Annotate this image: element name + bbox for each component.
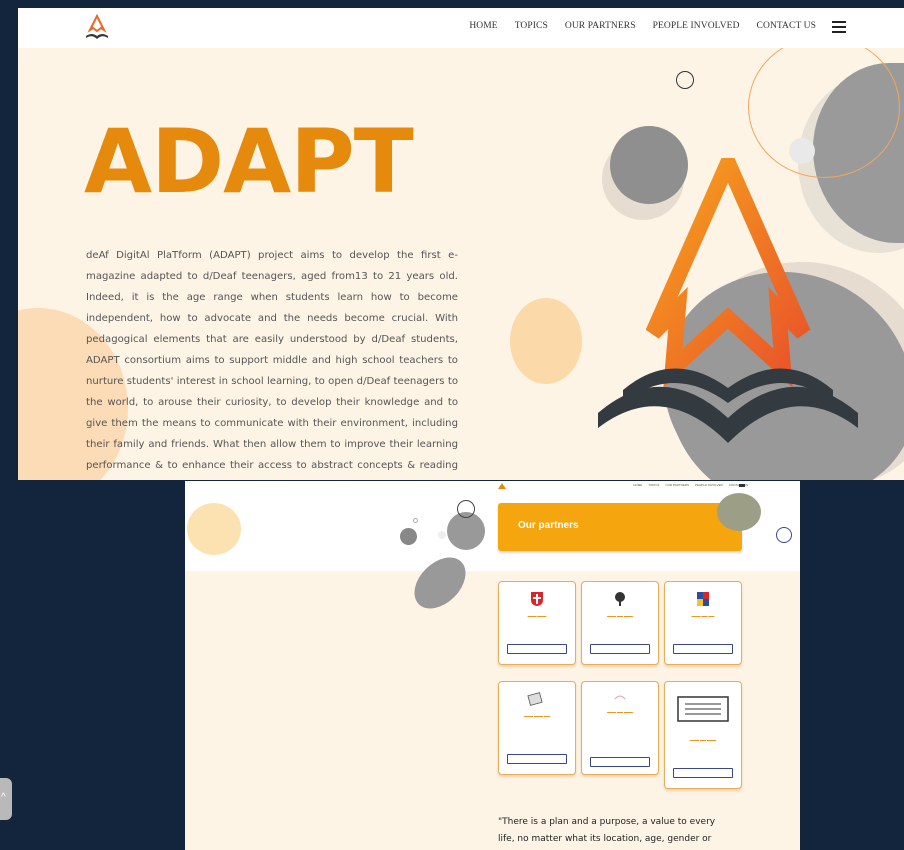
nav-home[interactable]: HOME [469,21,497,31]
background-left-edge [0,0,18,850]
partner-card-button[interactable] [673,644,733,654]
scroll-to-top-icon: ^ [1,792,6,803]
partner-card[interactable]: ▬▬▬ ▬▬▬ [498,581,576,665]
partner-card-title: ▬▬▬ ▬▬▬ ▬▬ [524,714,550,718]
partner-card-button[interactable] [507,644,567,654]
mini-nav-topics[interactable]: TOPICS [648,483,659,487]
decorative-grey-dot [400,528,417,545]
adapt-large-logo-icon [598,158,858,443]
partner-card-button[interactable] [590,757,650,767]
browser-top-strip [0,0,904,8]
partner-scroll-icon [677,696,729,722]
hero-title: ADAPT [84,110,414,213]
partners-page-screenshot: HOME TOPICS OUR PARTNERS PEOPLE INVOLVED… [185,481,800,850]
nav-contact-us[interactable]: CONTACT US [757,21,816,31]
partner-card-title: ▬▬▬ ▬▬ ▬▬▬ [607,710,633,714]
partner-card[interactable]: ▬▬▬ ▬▬ ▬▬▬ [581,681,659,775]
partner-card[interactable]: ▬▬▬ ▬▬ ▬▬▬ [664,681,742,789]
decorative-blue-ring [776,527,792,543]
hero-description: deAf DigitAl PlaTform (ADAPT) project ai… [86,250,458,471]
decorative-ring [457,500,475,518]
decorative-peach-circle [510,298,582,384]
partner-card[interactable]: ▬▬▬ ▬▬ ▬▬▬ [581,581,659,665]
partner-book-icon [527,692,543,706]
partner-card-button[interactable] [507,754,567,764]
mini-nav-people-involved[interactable]: PEOPLE INVOLVED [695,483,723,487]
nav-our-partners[interactable]: OUR PARTNERS [565,21,636,31]
partner-flag-crest-icon [697,592,709,606]
hamburger-menu-icon[interactable] [832,21,846,33]
partners-mini-navbar: HOME TOPICS OUR PARTNERS PEOPLE INVOLVED… [498,481,800,491]
mini-nav-our-partners[interactable]: OUR PARTNERS [665,483,689,487]
nav-people-involved[interactable]: PEOPLE INVOLVED [653,21,740,31]
decorative-light-dot [438,531,446,539]
decorative-small-ring [413,518,418,523]
partner-card-button[interactable] [673,768,733,778]
decorative-ring [676,71,694,89]
partner-card-title: ▬▬▬ ▬▬ ▬▬▬ [690,738,716,742]
nav-links: HOME TOPICS OUR PARTNERS PEOPLE INVOLVED… [469,21,816,31]
partner-faded-logo-icon [614,695,626,700]
partners-quote: "There is a plan and a purpose, a value … [498,817,716,844]
mini-nav-links: HOME TOPICS OUR PARTNERS PEOPLE INVOLVED… [633,483,748,487]
mini-logo-icon[interactable] [498,483,506,489]
partner-card-title: ▬▬▬ ▬▬ ▬▬ [691,614,715,618]
decorative-olive-circle [717,493,761,531]
partner-card-title: ▬▬▬ ▬▬ ▬▬▬ [607,614,633,618]
partner-card[interactable]: ▬▬▬ ▬▬▬ ▬▬ [498,681,576,775]
decorative-peach-circle [187,503,241,555]
partners-banner: Our partners [498,503,742,551]
partner-card[interactable]: ▬▬▬ ▬▬ ▬▬ [664,581,742,665]
partner-crest-icon [531,592,543,606]
adapt-logo-icon[interactable] [84,14,110,42]
partner-tree-icon [615,592,625,606]
decorative-orange-ring [748,36,900,178]
home-hero-screenshot: HOME TOPICS OUR PARTNERS PEOPLE INVOLVED… [18,8,904,480]
partner-card-title: ▬▬▬ ▬▬▬ [527,614,547,618]
mini-hamburger-icon[interactable] [739,484,745,487]
mini-nav-home[interactable]: HOME [633,483,642,487]
navbar: HOME TOPICS OUR PARTNERS PEOPLE INVOLVED… [18,8,904,48]
partner-card-button[interactable] [590,644,650,654]
scroll-to-top-button[interactable]: ^ [0,778,12,820]
nav-topics[interactable]: TOPICS [515,21,548,31]
partners-banner-title: Our partners [518,520,579,531]
